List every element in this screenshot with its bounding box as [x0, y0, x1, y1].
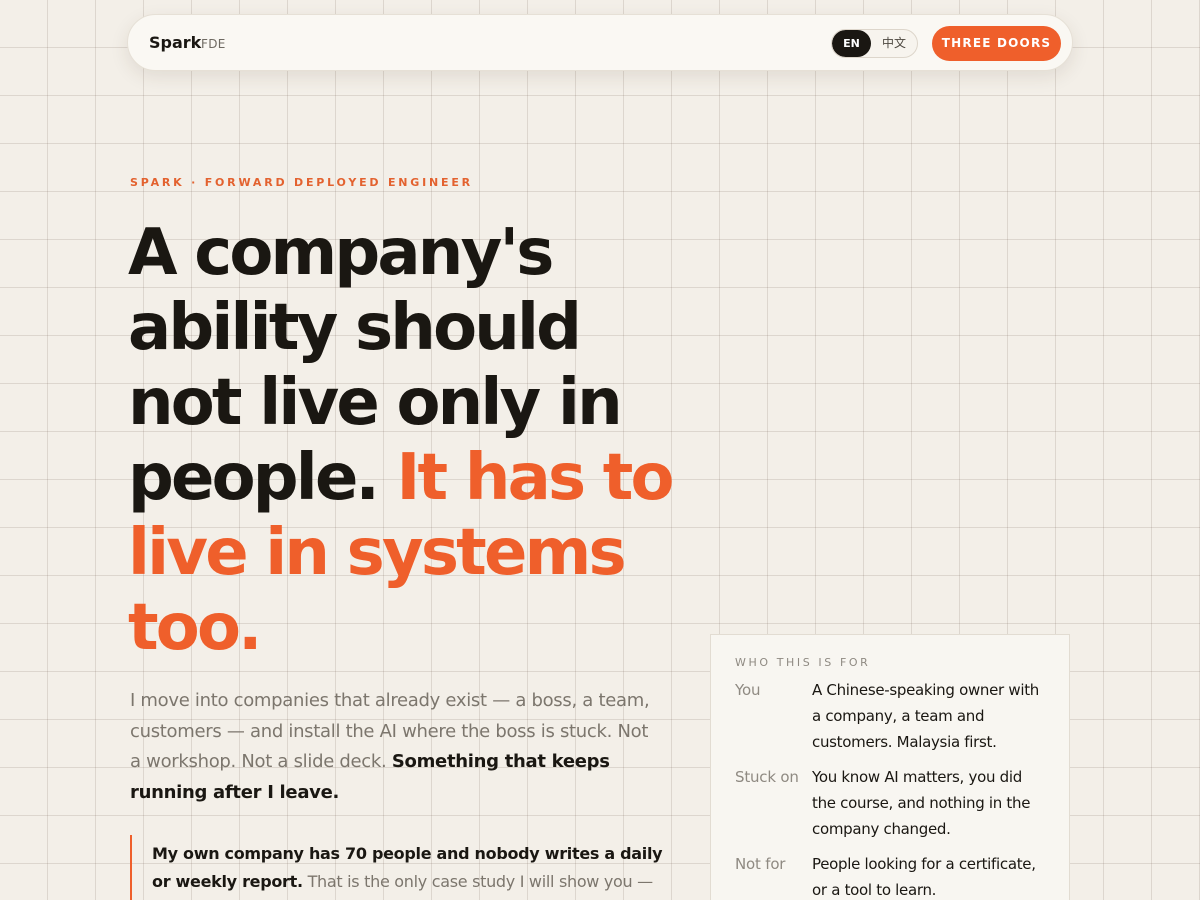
card-row-stuck-on: Stuck on You know AI matters, you did th… [735, 764, 1045, 842]
card-row-text: A Chinese-speaking owner with a company,… [812, 681, 1040, 751]
case-study-quote: My own company has 70 people and nobody … [130, 835, 670, 900]
card-row-label: Not for [735, 855, 786, 873]
card-row-you: You A Chinese-speaking owner with a comp… [735, 677, 1045, 755]
card-row-label: Stuck on [735, 768, 799, 786]
hero-lede: I move into companies that already exist… [130, 686, 660, 808]
language-toggle: EN 中文 [831, 29, 918, 58]
lang-en-button[interactable]: EN [832, 30, 871, 57]
top-nav: Spark FDE EN 中文 THREE DOORS [127, 14, 1073, 71]
card-row-text: People looking for a certificate, or a t… [812, 855, 1036, 899]
card-row-text: You know AI matters, you did the course,… [812, 768, 1031, 838]
three-doors-button[interactable]: THREE DOORS [932, 26, 1061, 61]
card-row-not-for: Not for People looking for a certificate… [735, 851, 1045, 900]
brand-name[interactable]: Spark [149, 33, 201, 52]
brand-tag: FDE [201, 37, 226, 51]
eyebrow-label: SPARK · FORWARD DEPLOYED ENGINEER [130, 176, 473, 189]
card-title: WHO THIS IS FOR [735, 656, 871, 669]
card-row-label: You [735, 681, 761, 699]
audience-card: WHO THIS IS FOR You A Chinese-speaking o… [710, 634, 1070, 900]
lang-zh-button[interactable]: 中文 [871, 30, 917, 57]
hero-headline: A company's ability should not live only… [128, 216, 708, 666]
